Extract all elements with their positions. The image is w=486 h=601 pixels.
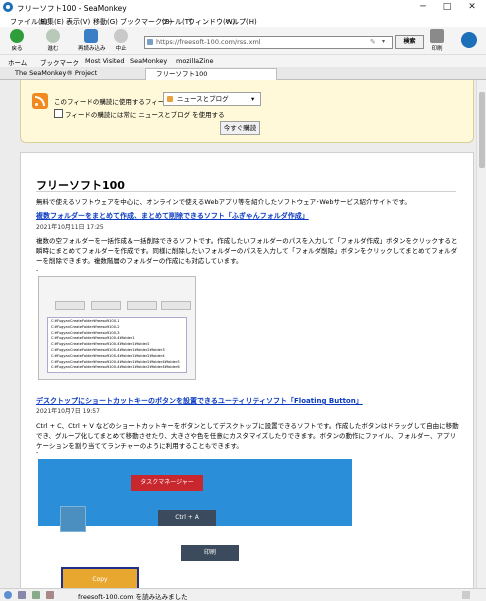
edit-icon[interactable]: ✎ xyxy=(370,38,376,46)
reload-button[interactable]: 再読み込み xyxy=(78,29,106,53)
shot-button xyxy=(127,301,157,310)
article-2-date: 2021年10月7日 19:57 xyxy=(36,408,100,415)
window-title: フリーソフト100 - SeaMonkey xyxy=(17,4,127,13)
seamonkey-logo xyxy=(461,32,477,48)
menu-help[interactable]: ヘルプ(H) xyxy=(225,17,257,27)
tab-freesoft100[interactable]: フリーソフト100 xyxy=(145,68,277,80)
article-2-screenshot: タスクマネージャー Ctrl + A 印刷 Copy xyxy=(38,459,352,588)
tab-seamonkey-project[interactable]: The SeaMonkey® Project xyxy=(15,68,140,79)
bookmark-bookmarks[interactable]: ブックマーク xyxy=(40,57,79,67)
forward-button[interactable]: 進む xyxy=(40,29,66,53)
shot-taskmanager-button: タスクマネージャー xyxy=(131,475,203,491)
shot-button xyxy=(55,301,85,310)
mail-icon[interactable] xyxy=(18,591,26,599)
stop-button[interactable]: 中止 xyxy=(108,29,134,53)
always-use-label: フィードの購読には常に ニュースとブログ を使用する xyxy=(65,111,225,119)
seamonkey-icon xyxy=(3,2,13,12)
article-1-link[interactable]: 複数フォルダーをまとめて作成、まとめて削除できるソフト「ふぎゃんフォルダ作成」 xyxy=(36,211,309,221)
minimize-button[interactable]: ─ xyxy=(412,0,434,14)
search-button[interactable]: 検索 xyxy=(395,35,424,49)
back-button[interactable]: 戻る xyxy=(4,29,30,53)
url-text: https://freesoft-100.com/rss.xml xyxy=(156,38,261,46)
always-use-checkbox[interactable] xyxy=(54,109,63,118)
shot-copy-button: Copy xyxy=(61,567,139,588)
print-button[interactable]: 印刷 xyxy=(424,29,450,53)
security-icon xyxy=(462,591,470,599)
menu-edit[interactable]: 編集(E) xyxy=(40,17,64,27)
feed-subscribe-box: このフィードの購読に使用するフィードリーダー: ニュースとブログ ▾ フィードの… xyxy=(20,80,474,143)
shot-button xyxy=(91,301,121,310)
menu-view[interactable]: 表示(V) xyxy=(66,17,90,27)
article-2-link[interactable]: デスクトップにショートカットキーのボタンを設置できるユーティリティソフト「Flo… xyxy=(36,396,363,406)
article-2-body: Ctrl + C、Ctrl + V などのショートカットキーをボタンとしてデスク… xyxy=(36,422,459,450)
article-1-screenshot: C:¥FugyanCreateFolder¥freesoft100-1 C:¥F… xyxy=(38,276,196,380)
forward-arrow-icon xyxy=(46,29,60,43)
shot-print-button: 印刷 xyxy=(181,545,239,561)
stop-icon xyxy=(114,29,128,43)
bookmark-mozillazine[interactable]: mozillaZine xyxy=(176,57,214,65)
bookmark-seamonkey[interactable]: SeaMonkey xyxy=(130,57,167,65)
shot-dropbox-icon xyxy=(60,506,86,532)
dropdown-arrow-icon[interactable]: ▾ xyxy=(382,38,385,45)
maximize-button[interactable]: □ xyxy=(436,0,458,14)
subscribe-now-button[interactable]: 今すぐ購読 xyxy=(220,121,260,135)
addressbook-icon[interactable] xyxy=(46,591,54,599)
feed-content: フリーソフト100 無料で使えるソフトウェアを中心に、オンラインで使えるWebア… xyxy=(20,152,474,588)
article-1-body: 複数の空フォルダーを一括作成＆一括削除できるソフトです。作成したいフォルダーのパ… xyxy=(36,237,458,265)
article-1-date: 2021年10月11日 17:25 xyxy=(36,224,104,231)
title-bar: フリーソフト100 - SeaMonkey ─ □ ✕ xyxy=(0,0,486,16)
status-bar: freesoft-100.com を読み込みました xyxy=(0,588,486,601)
page-subtitle: 無料で使えるソフトウェアを中心に、オンラインで使えるWebアプリ等を紹介したソフ… xyxy=(36,198,411,206)
close-button[interactable]: ✕ xyxy=(461,0,483,14)
reload-icon xyxy=(84,29,98,43)
menu-bar: ファイル(F) 編集(E) 表示(V) 移動(G) ブックマーク(B) ツール(… xyxy=(0,15,486,27)
menu-go[interactable]: 移動(G) xyxy=(93,17,118,27)
bookmark-most-visited[interactable]: Most Visited xyxy=(85,57,125,65)
article-2-separator: - xyxy=(36,449,39,456)
shot-button xyxy=(161,301,191,310)
url-bar[interactable]: https://freesoft-100.com/rss.xml ✎ ▾ xyxy=(144,36,393,49)
shot-ctrl-a-button: Ctrl + A xyxy=(158,510,216,526)
feed-reader-select[interactable]: ニュースとブログ ▾ xyxy=(163,92,261,106)
composer-icon[interactable] xyxy=(32,591,40,599)
article-1-separator: - xyxy=(36,267,39,274)
vertical-scrollbar[interactable] xyxy=(476,80,486,588)
shot-path-list: C:¥FugyanCreateFolder¥freesoft100-1 C:¥F… xyxy=(47,317,187,373)
rss-icon xyxy=(32,93,48,109)
scrollbar-thumb[interactable] xyxy=(479,92,485,168)
status-globe-icon xyxy=(4,591,12,599)
feed-reader-icon xyxy=(167,96,173,102)
title-divider xyxy=(36,191,456,192)
back-arrow-icon xyxy=(10,29,24,43)
tab-bar: The SeaMonkey® Project フリーソフト100 xyxy=(0,67,486,80)
chevron-down-icon: ▾ xyxy=(251,95,255,103)
page-icon xyxy=(147,39,153,45)
page-viewport: このフィードの購読に使用するフィードリーダー: ニュースとブログ ▾ フィードの… xyxy=(0,80,476,588)
bookmark-home[interactable]: ホーム xyxy=(8,57,27,67)
printer-icon xyxy=(430,29,444,43)
